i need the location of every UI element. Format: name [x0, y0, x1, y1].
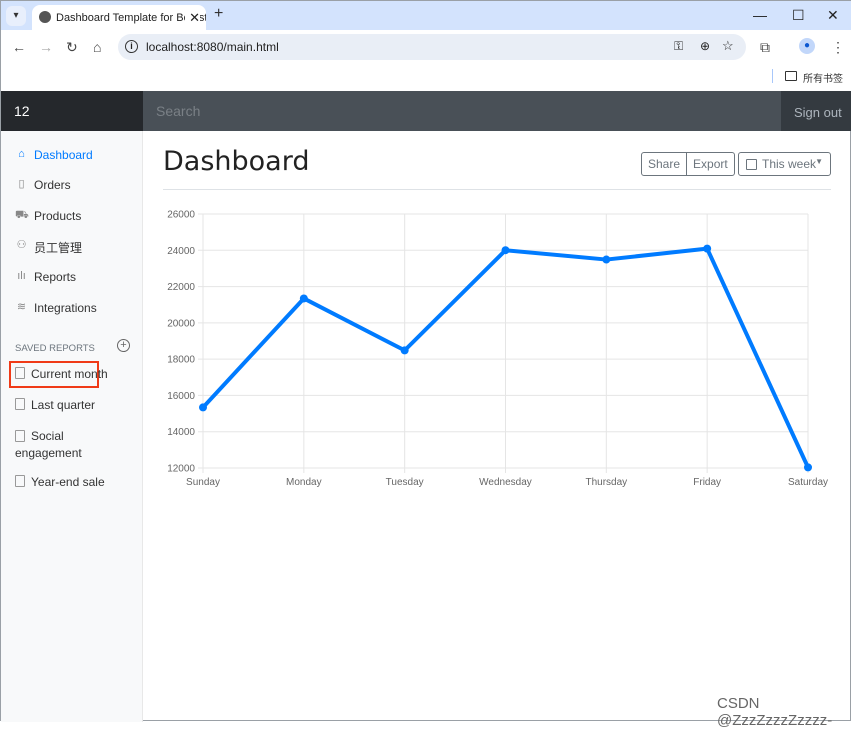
x-tick-label: Wednesday — [479, 477, 532, 488]
button-group: Share Export — [641, 152, 735, 176]
forward-icon[interactable]: → — [39, 39, 53, 55]
label: Orders — [34, 178, 71, 192]
all-bookmarks[interactable]: 所有书签 — [803, 70, 843, 85]
file-text-icon — [15, 398, 25, 410]
sidebar-item-employee-management[interactable]: ⚇ 员工管理 — [15, 239, 140, 256]
saved-report-item[interactable]: Social engagement — [15, 428, 115, 462]
period-dropdown[interactable]: This week ▼ — [738, 152, 831, 176]
saved-reports-heading: SAVED REPORTS — [15, 343, 95, 354]
back-icon[interactable]: ← — [12, 39, 26, 55]
data-point — [703, 244, 712, 253]
y-tick-label: 12000 — [167, 464, 195, 475]
tab-search-button[interactable]: ▾ — [6, 6, 26, 26]
search-input[interactable] — [143, 91, 781, 131]
divider — [163, 189, 831, 190]
extensions-icon[interactable]: ⧉ — [760, 39, 770, 56]
x-tick-label: Tuesday — [386, 477, 424, 488]
file-text-icon — [15, 475, 25, 487]
label: Dashboard — [34, 148, 93, 162]
x-tick-label: Monday — [286, 477, 322, 488]
close-tab-icon[interactable]: ✕ — [185, 10, 200, 26]
y-tick-label: 22000 — [167, 282, 195, 293]
maximize-button[interactable]: ☐ — [792, 7, 805, 24]
y-tick-label: 24000 — [167, 246, 195, 257]
saved-report-item[interactable]: Current month — [15, 367, 140, 381]
zoom-icon[interactable]: ⊕ — [700, 39, 710, 53]
y-tick-label: 26000 — [167, 210, 195, 221]
calendar-icon — [746, 159, 757, 170]
top-navbar: 12 Sign out — [1, 91, 851, 131]
minimize-button[interactable]: — — [753, 7, 767, 23]
add-report-icon[interactable]: + — [117, 339, 130, 352]
y-tick-label: 20000 — [167, 318, 195, 329]
bookmarks-bar: 所有书签 — [1, 63, 851, 91]
shopping-cart-icon: ⛟ — [15, 209, 29, 221]
line-chart: 12000 14000 16000 18000 20000 22000 24000 26000… — [167, 210, 828, 489]
sign-out-link[interactable]: Sign out — [781, 91, 851, 131]
y-tick-label: 16000 — [167, 391, 195, 402]
tab-strip: ▾ Dashboard Template for Bootstrap✕ + — … — [1, 1, 851, 31]
y-tick-label: 14000 — [167, 427, 195, 438]
x-tick-label: Friday — [693, 477, 721, 488]
label: Products — [34, 209, 82, 223]
data-point — [400, 346, 409, 355]
browser-toolbar: ← → ↻ ⌂ i localhost:8080/main.html ⚿ ⊕ ☆ … — [1, 30, 851, 63]
data-point — [804, 463, 812, 472]
reload-icon[interactable]: ↻ — [66, 39, 78, 56]
data-point — [602, 255, 611, 264]
home-icon[interactable]: ⌂ — [93, 39, 101, 55]
sidebar: ⌂ Dashboard ▯ Orders ⛟ Products ⚇ 员工管理 ılı Re… — [1, 131, 143, 722]
export-button[interactable]: Export — [686, 153, 734, 175]
file-text-icon — [15, 367, 25, 379]
menu-icon[interactable]: ⋮ — [831, 39, 845, 56]
data-point — [199, 403, 207, 412]
label: Integrations — [34, 301, 97, 315]
saved-report-item[interactable]: Last quarter — [15, 398, 140, 412]
address-bar[interactable]: i localhost:8080/main.html ⚿ ⊕ ☆ — [118, 34, 746, 60]
sidebar-item-reports[interactable]: ılı Reports — [15, 270, 140, 284]
folder-icon — [785, 71, 797, 81]
brand[interactable]: 12 — [1, 91, 143, 131]
y-tick-label: 18000 — [167, 355, 195, 366]
globe-icon — [39, 11, 51, 23]
close-window-button[interactable]: ✕ — [827, 7, 839, 24]
period-label: This week — [762, 157, 817, 171]
new-tab-button[interactable]: + — [214, 5, 223, 23]
caret-down-icon: ▼ — [815, 157, 823, 166]
sidebar-item-products[interactable]: ⛟ Products — [15, 209, 140, 223]
label: Social engagement — [15, 429, 82, 460]
tab-title: Dashboard Template for Bootstrap — [56, 12, 206, 24]
page-title: Dashboard — [163, 146, 310, 177]
data-point — [501, 246, 510, 255]
file-icon: ▯ — [18, 178, 25, 190]
share-button[interactable]: Share — [642, 153, 686, 175]
sidebar-item-orders[interactable]: ▯ Orders — [15, 178, 140, 192]
users-icon: ⚇ — [16, 239, 27, 251]
label: Reports — [34, 270, 77, 284]
x-tick-label: Sunday — [186, 477, 220, 488]
star-icon[interactable]: ☆ — [722, 38, 734, 54]
layers-icon: ≋ — [16, 301, 27, 313]
url-text: localhost:8080/main.html — [146, 40, 279, 54]
label: Current month — [31, 367, 108, 381]
bar-chart-icon: ılı — [17, 270, 26, 282]
browser-tab[interactable]: Dashboard Template for Bootstrap✕ — [32, 5, 206, 31]
profile-icon[interactable]: ● — [799, 38, 815, 54]
sidebar-item-dashboard[interactable]: ⌂ Dashboard — [15, 148, 140, 162]
home-icon: ⌂ — [18, 148, 25, 160]
watermark: CSDN @ZzzZzzzZzzzz- — [717, 695, 833, 729]
label: Year-end sale — [31, 475, 105, 489]
saved-report-item[interactable]: Year-end sale — [15, 475, 140, 489]
key-icon[interactable]: ⚿ — [674, 39, 683, 54]
x-tick-label: Saturday — [788, 477, 828, 488]
label: Last quarter — [31, 398, 96, 412]
sidebar-item-integrations[interactable]: ≋ Integrations — [15, 301, 140, 315]
file-text-icon — [15, 430, 25, 442]
x-tick-label: Thursday — [585, 477, 627, 488]
site-info-icon[interactable]: i — [125, 40, 138, 53]
label: 员工管理 — [34, 241, 83, 255]
divider — [772, 69, 773, 83]
data-point — [299, 294, 308, 303]
